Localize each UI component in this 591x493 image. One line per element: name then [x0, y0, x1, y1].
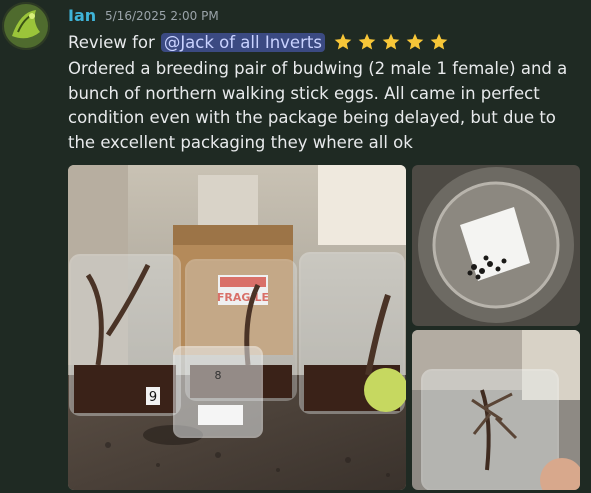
star-icon — [430, 33, 448, 50]
star-icon — [382, 33, 400, 50]
avatar[interactable] — [2, 2, 50, 50]
message-timestamp: 5/16/2025 2:00 PM — [105, 9, 219, 23]
star-icon — [334, 33, 352, 50]
attachment-image-eggs[interactable] — [412, 165, 580, 326]
user-mention[interactable]: @Jack of all Inverts — [160, 32, 325, 52]
attachment-image-containers[interactable]: FRAGILE 9 8 — [68, 165, 406, 490]
star-icon — [406, 33, 424, 50]
star-icon — [358, 33, 376, 50]
avatar-image — [2, 2, 50, 50]
attachment-image-mantis[interactable] — [412, 330, 580, 490]
mantis-cup-photo — [412, 330, 580, 490]
cup-label-1: 9 — [149, 390, 157, 405]
cup-label-2: 8 — [215, 369, 222, 382]
review-header: Review for @Jack of all Inverts — [68, 30, 449, 54]
author-name[interactable]: Ian — [68, 6, 96, 25]
review-prefix: Review for — [68, 32, 155, 52]
eggs-photo — [412, 165, 580, 326]
rating-stars — [333, 32, 449, 52]
message-body: Ordered a breeding pair of budwing (2 ma… — [68, 59, 568, 152]
containers-photo: FRAGILE 9 8 — [68, 165, 406, 490]
